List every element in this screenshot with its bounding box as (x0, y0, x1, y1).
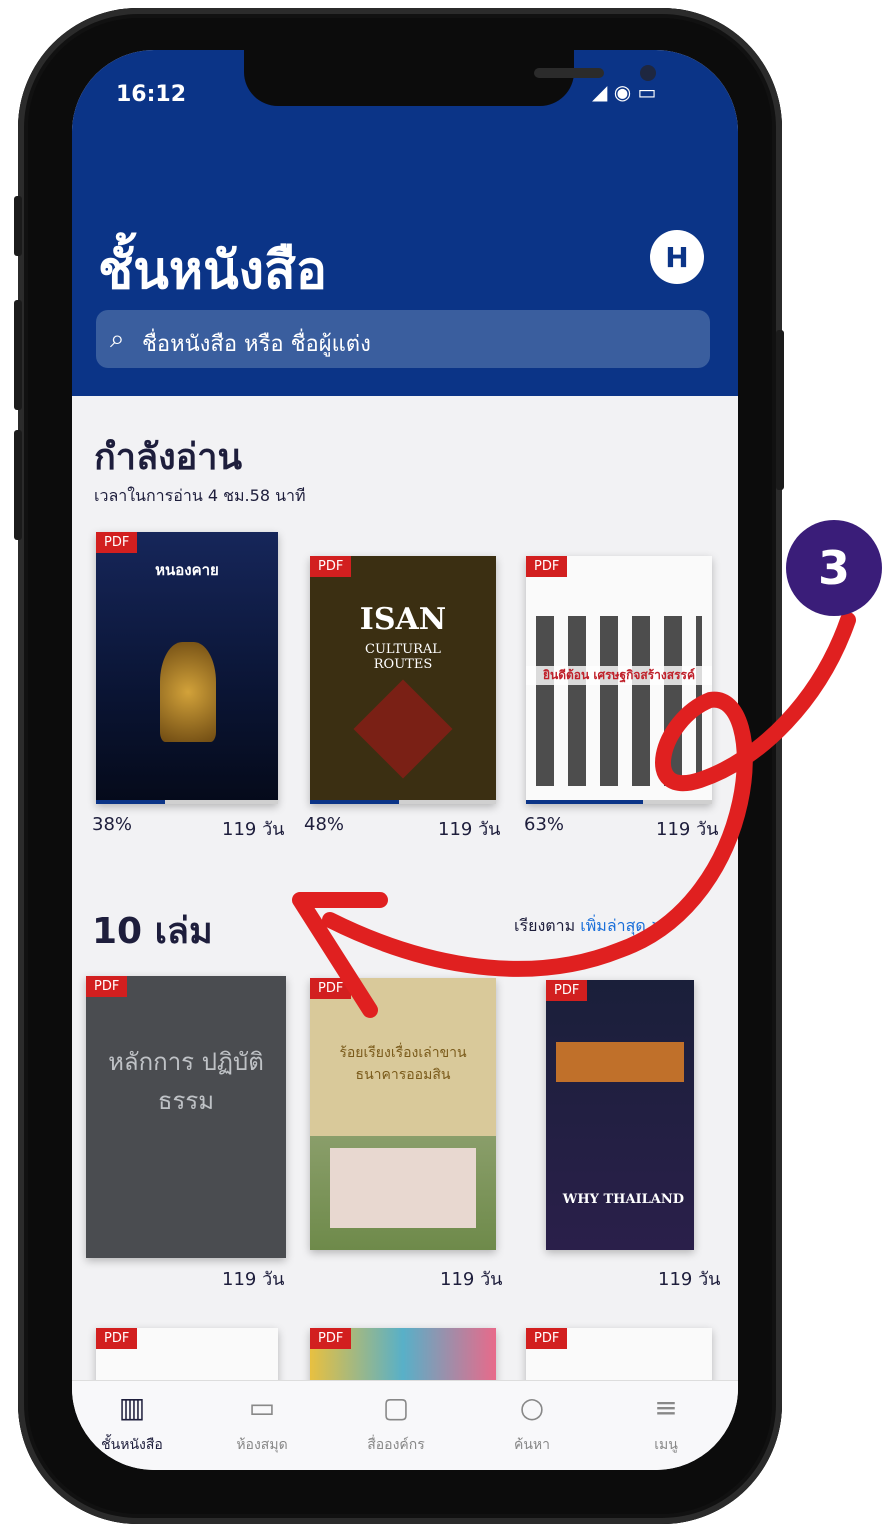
book-days: 119 วัน (440, 1269, 503, 1290)
cover-pattern (536, 616, 702, 786)
pdf-badge: PDF (526, 1328, 568, 1349)
pdf-badge: PDF (310, 978, 352, 999)
library-book-5[interactable]: PDF (310, 1328, 496, 1388)
tab-library[interactable]: ▭ ห้องสมุด (202, 1391, 322, 1456)
tab-label: เมนู (654, 1437, 678, 1453)
front-camera (640, 65, 656, 81)
reading-days: 119 วัน (656, 819, 719, 840)
tab-label: สื่อองค์กร (367, 1437, 425, 1453)
sort-value[interactable]: เพิ่มล่าสุด > (580, 916, 664, 935)
tab-organization-media[interactable]: ▢ สื่อองค์กร (336, 1391, 456, 1456)
book-cover-title: ร้อยเรียงเรื่องเล่าขาน ธนาคารออมสิน (339, 1045, 467, 1083)
book-cover-title: WHY THAILAND (562, 1192, 684, 1207)
tab-label: ชั้นหนังสือ (101, 1437, 163, 1453)
cover-skyline (556, 1042, 684, 1082)
pdf-badge: PDF (96, 1328, 138, 1349)
reading-percent: 48% (304, 814, 345, 835)
menu-icon: ≡ (654, 1391, 678, 1424)
search-placeholder: ชื่อหนังสือ หรือ ชื่อผู้แต่ง (142, 332, 371, 357)
library-book-3[interactable]: PDF WHY THAILAND (546, 980, 694, 1250)
pdf-badge: PDF (546, 980, 588, 1001)
power-button (776, 330, 784, 490)
status-icons: ◢ ◉ ▭ (592, 80, 657, 104)
book-cover-title: ISAN (359, 602, 447, 637)
speaker (534, 68, 604, 78)
reading-percent: 63% (524, 814, 565, 835)
library-book-2[interactable]: PDF ร้อยเรียงเรื่องเล่าขาน ธนาคารออมสิน (310, 978, 496, 1250)
reading-days: 119 วัน (438, 819, 501, 840)
search-input[interactable]: ⌕ ชื่อหนังสือ หรือ ชื่อผู้แต่ง (96, 310, 710, 368)
page-title: ชั้นหนังสือ (98, 241, 328, 301)
sort-label: เรียงตาม (514, 916, 576, 935)
reading-progress (526, 800, 712, 804)
book-cover-title: หลักการ ปฏิบัติธรรม (108, 1048, 264, 1115)
tab-menu[interactable]: ≡ เมนู (606, 1391, 726, 1456)
status-time: 16:12 (116, 82, 187, 107)
library-count-title: 10 เล่ม (92, 911, 213, 952)
library-icon: ▭ (248, 1391, 276, 1424)
notch (244, 50, 656, 106)
bottom-tab-bar: ▥ ชั้นหนังสือ ▭ ห้องสมุด ▢ สื่อองค์กร ○ … (72, 1380, 738, 1470)
pdf-badge: PDF (526, 556, 568, 577)
mute-switch (14, 196, 22, 256)
reading-progress (96, 800, 278, 804)
pdf-badge: PDF (96, 532, 138, 553)
logo-icon[interactable]: H (650, 230, 704, 284)
app-header: 16:12 ◢ ◉ ▭ ชั้นหนังสือ H ⌕ ชื่อหนังสือ … (72, 50, 738, 396)
library-book-1[interactable]: PDF หลักการ ปฏิบัติธรรม (86, 976, 286, 1258)
reading-section-title: กำลังอ่าน (94, 437, 243, 478)
reading-progress (310, 800, 496, 804)
reading-percent: 38% (92, 814, 133, 835)
reading-book-2[interactable]: PDF ISAN CULTURAL ROUTES (310, 556, 496, 804)
book-cover-title: ยินดีต้อน เศรษฐกิจสร้างสรรค์ (526, 666, 712, 685)
cover-building (330, 1148, 476, 1228)
cover-diamond (353, 679, 453, 779)
tab-search[interactable]: ○ ค้นหา (472, 1391, 592, 1456)
library-book-4[interactable]: PDF (96, 1328, 278, 1388)
book-days: 119 วัน (658, 1269, 721, 1290)
search-icon: ⌕ (110, 324, 125, 354)
tab-label: ค้นหา (513, 1437, 551, 1453)
book-days: 119 วัน (222, 1269, 285, 1290)
phone-screen: 16:12 ◢ ◉ ▭ ชั้นหนังสือ H ⌕ ชื่อหนังสือ … (72, 50, 738, 1470)
volume-down-button (14, 430, 22, 540)
search-icon: ○ (519, 1391, 545, 1424)
sort-control[interactable]: เรียงตาม เพิ่มล่าสุด > (514, 914, 664, 939)
library-book-6[interactable]: PDF (526, 1328, 712, 1388)
pdf-badge: PDF (310, 556, 352, 577)
buddha-image (160, 642, 216, 742)
pdf-badge: PDF (310, 1328, 352, 1349)
tab-bookshelf[interactable]: ▥ ชั้นหนังสือ (72, 1391, 192, 1456)
tab-label: ห้องสมุด (236, 1437, 288, 1453)
volume-up-button (14, 300, 22, 410)
book-cover-subtitle: CULTURAL ROUTES (365, 642, 441, 672)
pdf-badge: PDF (86, 976, 128, 997)
bookshelf-icon: ▥ (118, 1391, 146, 1424)
reading-book-3[interactable]: PDF ยินดีต้อน เศรษฐกิจสร้างสรรค์ (526, 556, 712, 804)
book-cover-title: หนองคาย (155, 561, 219, 579)
reading-book-1[interactable]: PDF หนองคาย (96, 532, 278, 804)
organization-media-icon: ▢ (382, 1391, 410, 1424)
reading-days: 119 วัน (222, 819, 285, 840)
reading-time: เวลาในการอ่าน 4 ชม.58 นาที (94, 486, 306, 505)
step-number-badge: 3 (786, 520, 882, 616)
